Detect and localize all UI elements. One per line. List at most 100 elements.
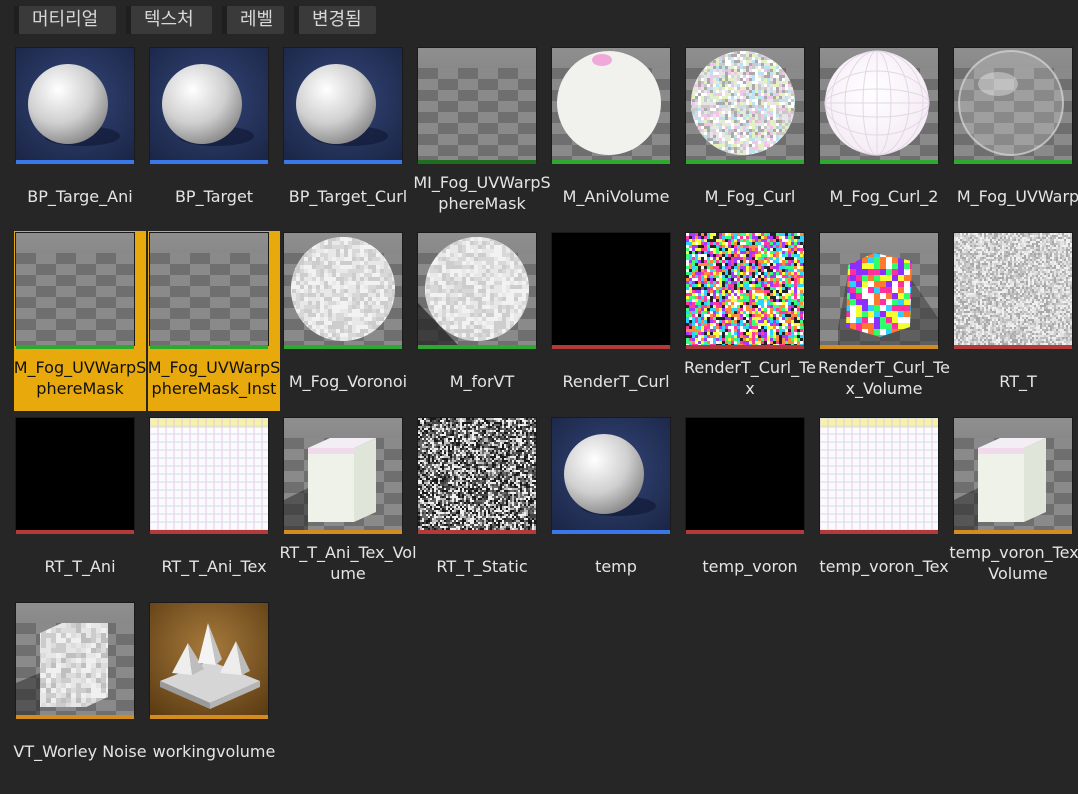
asset-label: RT_T_Static — [436, 557, 528, 576]
asset-tile[interactable]: RenderT_Curl — [550, 231, 682, 411]
asset-thumbnail — [150, 603, 268, 715]
asset-thumbnail — [284, 418, 402, 530]
asset-type-bar — [16, 715, 134, 719]
asset-label: MI_Fog_UVWarpSphereMask — [413, 173, 551, 213]
content-browser: 머티리얼 텍스처 레벨 변경됨 BP_Targe_Ani BP_Target B… — [0, 0, 1078, 794]
asset-label: BP_Target_Curl — [288, 187, 408, 206]
asset-type-bar — [686, 345, 804, 349]
asset-tile[interactable]: RenderT_Curl_Tex_Volume — [818, 231, 950, 411]
asset-label: RT_T_Ani — [44, 557, 116, 576]
asset-tile[interactable]: temp_voron — [684, 416, 816, 596]
asset-label: RenderT_Curl_Tex — [684, 358, 816, 398]
asset-tile[interactable]: VT_Worley Noise — [13, 601, 147, 781]
asset-tile[interactable]: M_Fog_Curl_2 — [818, 46, 950, 226]
asset-tile[interactable]: M_Fog_Curl — [684, 46, 816, 226]
asset-thumbnail — [954, 418, 1072, 530]
asset-tile[interactable]: RT_T_Ani — [14, 416, 146, 596]
asset-label: M_Fog_Curl — [704, 187, 796, 206]
asset-thumbnail — [820, 48, 938, 160]
asset-type-bar — [820, 160, 938, 164]
asset-type-bar — [954, 345, 1072, 349]
filter-chip-changed[interactable]: 변경됨 — [294, 6, 376, 34]
asset-tile[interactable]: temp — [550, 416, 682, 596]
asset-tile[interactable]: RT_T — [952, 231, 1078, 411]
asset-tile[interactable]: M_Fog_UVWarp — [952, 46, 1078, 226]
asset-type-bar — [16, 530, 134, 534]
asset-thumbnail — [954, 233, 1072, 345]
asset-tile[interactable]: workingvolume — [148, 601, 280, 781]
asset-thumbnail — [686, 233, 804, 345]
asset-label: temp — [595, 557, 637, 576]
asset-tile[interactable]: RT_T_Ani_Tex — [148, 416, 280, 596]
asset-label: workingvolume — [152, 742, 276, 761]
asset-type-bar — [686, 160, 804, 164]
asset-tile[interactable]: BP_Target_Curl — [282, 46, 414, 226]
asset-label: M_Fog_Curl_2 — [829, 187, 939, 206]
asset-thumbnail — [150, 48, 268, 160]
asset-thumbnail — [686, 48, 804, 160]
asset-type-bar — [16, 345, 134, 349]
asset-label: RT_T — [999, 372, 1037, 391]
asset-thumbnail — [418, 48, 536, 160]
asset-tile[interactable]: temp_voron_Tex_Volume — [949, 416, 1078, 596]
asset-type-bar — [820, 530, 938, 534]
asset-thumbnail — [150, 233, 268, 345]
filter-chip-texture[interactable]: 텍스처 — [126, 6, 212, 34]
asset-label: M_Fog_UVWarpSphereMask — [13, 358, 147, 398]
asset-label: RenderT_Curl_Tex_Volume — [818, 358, 950, 398]
asset-type-bar — [284, 530, 402, 534]
filter-chip-material[interactable]: 머티리얼 — [14, 6, 116, 34]
asset-tile[interactable]: temp_voron_Tex — [818, 416, 950, 596]
asset-thumbnail — [820, 233, 938, 345]
asset-type-bar — [150, 530, 268, 534]
asset-tile[interactable]: RT_T_Static — [416, 416, 548, 596]
asset-type-bar — [284, 345, 402, 349]
asset-type-bar — [552, 160, 670, 164]
asset-thumbnail — [418, 418, 536, 530]
asset-thumbnail — [686, 418, 804, 530]
asset-tile[interactable]: BP_Target — [148, 46, 280, 226]
asset-label: M_Fog_UVWarpSphereMask_Inst — [147, 358, 281, 398]
asset-type-bar — [150, 160, 268, 164]
asset-tile[interactable]: M_forVT — [416, 231, 548, 411]
asset-thumbnail — [284, 233, 402, 345]
asset-tile[interactable]: M_Fog_UVWarpSphereMask_Inst — [148, 231, 280, 411]
asset-label: M_Fog_Voronoi — [288, 372, 408, 391]
asset-thumbnail — [16, 48, 134, 160]
asset-tile[interactable]: M_Fog_UVWarpSphereMask — [14, 231, 146, 411]
asset-label: M_AniVolume — [562, 187, 670, 206]
filter-bar: 머티리얼 텍스처 레벨 변경됨 — [0, 0, 1078, 40]
asset-thumbnail — [284, 48, 402, 160]
asset-thumbnail — [552, 418, 670, 530]
asset-tile[interactable]: BP_Targe_Ani — [14, 46, 146, 226]
asset-label: RT_T_Ani_Tex_Volume — [279, 543, 417, 583]
asset-type-bar — [954, 530, 1072, 534]
asset-thumbnail — [820, 418, 938, 530]
asset-label: temp_voron_Tex — [819, 557, 949, 576]
asset-tile[interactable]: M_AniVolume — [550, 46, 682, 226]
asset-type-bar — [150, 715, 268, 719]
asset-type-bar — [820, 345, 938, 349]
asset-tile[interactable]: RenderT_Curl_Tex — [684, 231, 816, 411]
asset-thumbnail — [16, 603, 134, 715]
asset-label: RenderT_Curl — [562, 372, 670, 391]
asset-type-bar — [552, 345, 670, 349]
asset-type-bar — [552, 530, 670, 534]
asset-type-bar — [418, 160, 536, 164]
asset-label: BP_Target — [174, 187, 254, 206]
filter-chip-level[interactable]: 레벨 — [222, 6, 284, 34]
asset-tile[interactable]: M_Fog_Voronoi — [282, 231, 414, 411]
asset-thumbnail — [16, 233, 134, 345]
asset-label: M_forVT — [449, 372, 515, 391]
asset-type-bar — [16, 160, 134, 164]
asset-label: RT_T_Ani_Tex — [161, 557, 267, 576]
asset-thumbnail — [552, 48, 670, 160]
asset-label: BP_Targe_Ani — [27, 187, 133, 206]
asset-type-bar — [418, 345, 536, 349]
asset-label: temp_voron_Tex_Volume — [949, 543, 1078, 583]
asset-thumbnail — [418, 233, 536, 345]
asset-tile[interactable]: MI_Fog_UVWarpSphereMask — [413, 46, 551, 226]
asset-type-bar — [686, 530, 804, 534]
asset-tile[interactable]: RT_T_Ani_Tex_Volume — [279, 416, 417, 596]
asset-label: temp_voron — [702, 557, 798, 576]
